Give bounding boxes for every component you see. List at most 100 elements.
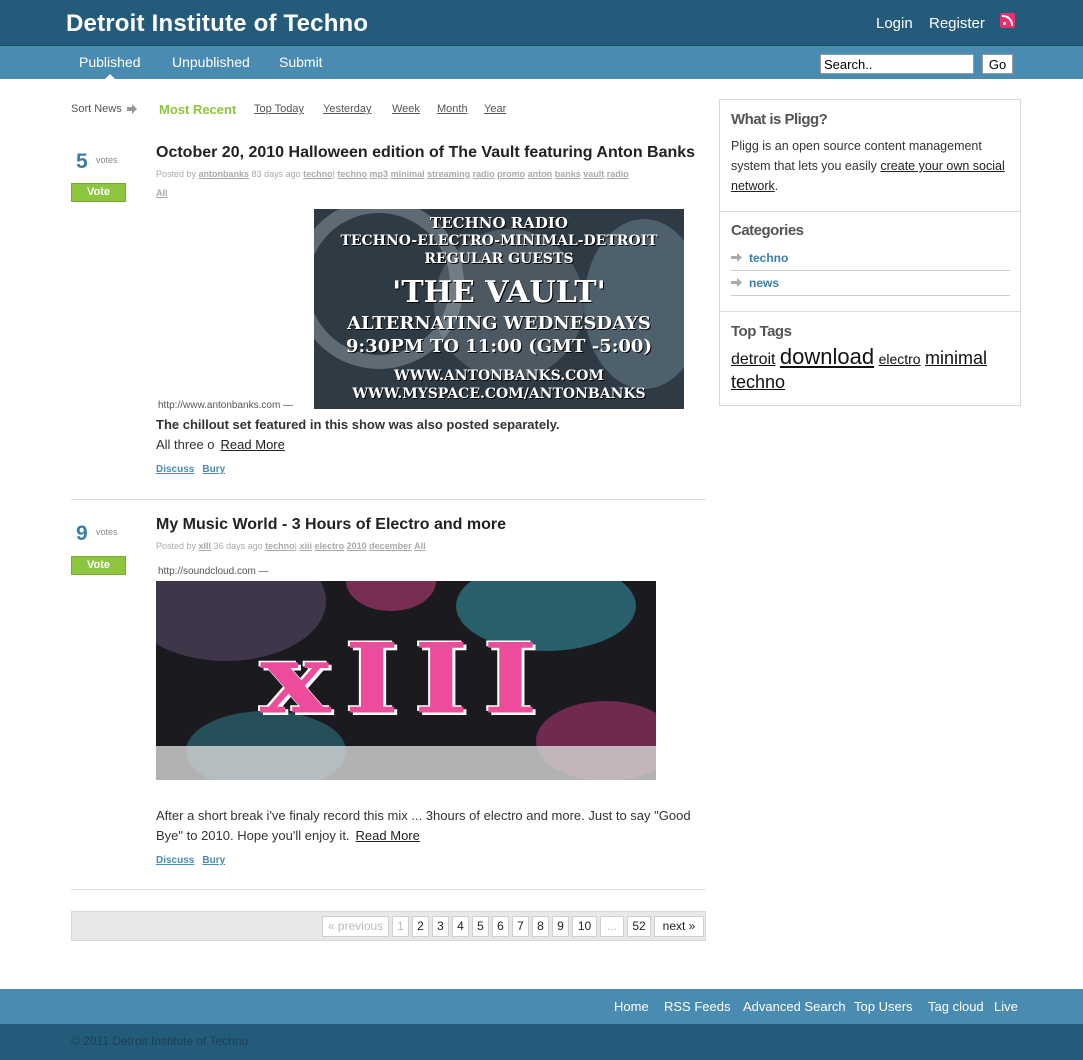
- tag-link[interactable]: promo: [497, 169, 525, 179]
- sort-most-recent[interactable]: Most Recent: [159, 102, 236, 117]
- sort-yesterday[interactable]: Yesterday: [323, 103, 372, 115]
- image-text: ALTERNATING WEDNESDAYS: [347, 313, 651, 334]
- page-ellipsis: ...: [600, 916, 624, 937]
- vote-count: 9: [76, 522, 88, 545]
- discuss-link[interactable]: Discuss: [156, 855, 194, 866]
- pagination: « previous 1 2 3 4 5 6 7 8 9 10 ... 52 n…: [71, 911, 706, 941]
- rss-icon[interactable]: [1000, 13, 1015, 28]
- bury-link[interactable]: Bury: [202, 464, 225, 475]
- footer-top-users-link[interactable]: Top Users: [854, 999, 913, 1014]
- author-link[interactable]: xIII: [199, 541, 212, 551]
- story-image[interactable]: TECHNO RADIO TECHNO-ELECTRO-MINIMAL-DETR…: [314, 209, 684, 409]
- tag-techno[interactable]: techno: [731, 372, 785, 392]
- tag-link[interactable]: banks: [555, 169, 581, 179]
- read-more-link[interactable]: Read More: [356, 828, 420, 843]
- story-title[interactable]: My Music World - 3 Hours of Electro and …: [156, 516, 506, 534]
- footer-rss-link[interactable]: RSS Feeds: [664, 999, 730, 1014]
- votes-label: votes: [96, 527, 118, 537]
- category-item-techno[interactable]: techno: [731, 246, 1010, 271]
- page-1: 1: [392, 916, 409, 937]
- tag-link[interactable]: minimal: [391, 169, 425, 179]
- tag-cloud: detroit download electro minimal techno: [731, 346, 1011, 395]
- tag-link[interactable]: radio: [473, 169, 495, 179]
- next-page-button[interactable]: next »: [654, 916, 704, 937]
- sort-week[interactable]: Week: [392, 103, 420, 115]
- image-text: TECHNO-ELECTRO-MINIMAL-DETROIT: [340, 233, 658, 249]
- sort-month[interactable]: Month: [437, 103, 468, 115]
- tag-link[interactable]: mp3: [370, 169, 389, 179]
- previous-page-button: « previous: [322, 916, 389, 937]
- all-tags-link[interactable]: All: [414, 541, 426, 551]
- vote-button[interactable]: Vote: [71, 556, 126, 575]
- image-text: WWW.MYSPACE.COM/ANTONBANKS: [352, 386, 646, 402]
- footer-nav: Home RSS Feeds Advanced Search Top Users…: [0, 989, 1083, 1024]
- page-8[interactable]: 8: [532, 916, 549, 937]
- story-meta: Posted by antonbanks 83 days ago techno|…: [156, 169, 629, 198]
- story-image[interactable]: xIII: [156, 581, 656, 780]
- sidebar-divider: [720, 211, 1020, 212]
- login-link[interactable]: Login: [876, 15, 913, 32]
- page-3[interactable]: 3: [432, 916, 449, 937]
- tab-published[interactable]: Published: [79, 54, 141, 80]
- bury-link[interactable]: Bury: [202, 855, 225, 866]
- tag-download[interactable]: download: [780, 344, 874, 369]
- image-text: WWW.ANTONBANKS.COM: [394, 368, 604, 384]
- tag-link[interactable]: electro: [315, 541, 345, 551]
- tag-link[interactable]: anton: [528, 169, 553, 179]
- tag-link[interactable]: december: [369, 541, 412, 551]
- tag-minimal[interactable]: minimal: [925, 348, 987, 368]
- top-tags-heading: Top Tags: [731, 323, 792, 340]
- story-divider: [71, 499, 706, 500]
- source-url: http://soundcloud.com —: [158, 566, 269, 577]
- category-link[interactable]: techno: [303, 169, 333, 179]
- category-link[interactable]: techno: [265, 541, 295, 551]
- search-input[interactable]: [820, 54, 974, 74]
- tag-link[interactable]: vault: [583, 169, 604, 179]
- page-6[interactable]: 6: [492, 916, 509, 937]
- search-go-button[interactable]: Go: [982, 54, 1013, 74]
- image-text: TECHNO RADIO: [430, 214, 568, 232]
- votes-label: votes: [96, 155, 118, 165]
- site-title[interactable]: Detroit Institute of Techno: [66, 10, 368, 38]
- footer-tag-cloud-link[interactable]: Tag cloud: [928, 999, 984, 1014]
- tag-link[interactable]: xiii: [300, 541, 313, 551]
- footer-live-link[interactable]: Live: [994, 999, 1018, 1014]
- story-body: After a short break i've finaly record t…: [156, 808, 691, 843]
- footer-home-link[interactable]: Home: [614, 999, 649, 1014]
- tag-detroit[interactable]: detroit: [731, 351, 775, 368]
- sort-year[interactable]: Year: [484, 103, 506, 115]
- discuss-link[interactable]: Discuss: [156, 464, 194, 475]
- category-item-news[interactable]: news: [731, 271, 1010, 296]
- footer-advanced-search-link[interactable]: Advanced Search: [743, 999, 846, 1014]
- category-label[interactable]: techno: [749, 251, 788, 265]
- register-link[interactable]: Register: [929, 15, 985, 32]
- tag-electro[interactable]: electro: [879, 351, 921, 367]
- tag-link[interactable]: radio: [607, 169, 629, 179]
- image-text: xIII: [260, 621, 552, 736]
- page-10[interactable]: 10: [572, 916, 597, 937]
- main-nav: Published Unpublished Submit Go: [0, 46, 1083, 80]
- about-heading: What is Pligg?: [731, 111, 828, 128]
- read-more-link[interactable]: Read More: [221, 437, 285, 452]
- page-4[interactable]: 4: [452, 916, 469, 937]
- page-5[interactable]: 5: [472, 916, 489, 937]
- source-url: http://www.antonbanks.com —: [158, 400, 294, 411]
- page-7[interactable]: 7: [512, 916, 529, 937]
- all-tags-link[interactable]: All: [156, 188, 168, 198]
- tag-link[interactable]: streaming: [427, 169, 470, 179]
- about-text: Pligg is an open source content manageme…: [731, 139, 1005, 193]
- page-9[interactable]: 9: [552, 916, 569, 937]
- vote-button[interactable]: Vote: [71, 183, 126, 202]
- tab-submit[interactable]: Submit: [279, 54, 323, 70]
- author-link[interactable]: antonbanks: [199, 169, 250, 179]
- page-52[interactable]: 52: [627, 916, 651, 937]
- sort-top-today[interactable]: Top Today: [254, 103, 304, 115]
- story-title[interactable]: October 20, 2010 Halloween edition of Th…: [156, 144, 695, 162]
- arrow-right-icon: [731, 278, 742, 287]
- category-label[interactable]: news: [749, 276, 779, 290]
- page-2[interactable]: 2: [412, 916, 429, 937]
- tab-unpublished[interactable]: Unpublished: [172, 54, 250, 70]
- sidebar-divider: [720, 311, 1020, 312]
- tag-link[interactable]: 2010: [347, 541, 367, 551]
- tag-link[interactable]: techno: [338, 169, 368, 179]
